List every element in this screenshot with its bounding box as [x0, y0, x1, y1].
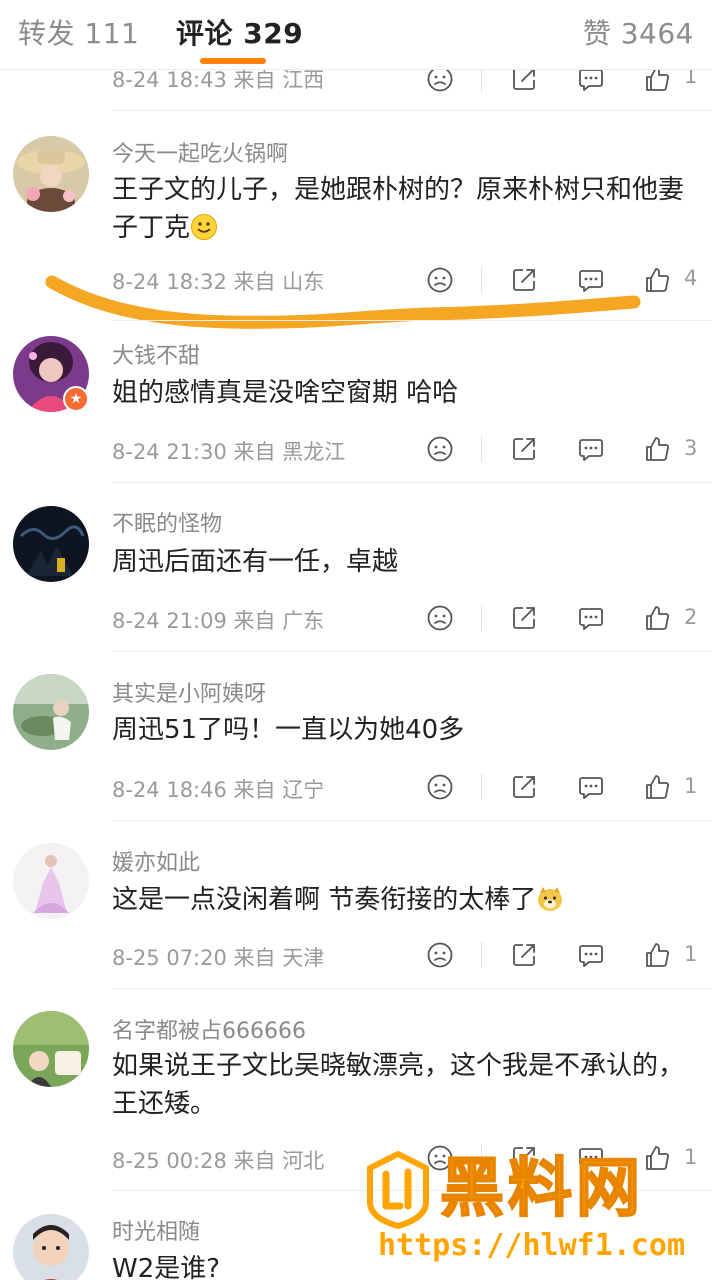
smile-emoji [190, 213, 218, 241]
dislike-icon[interactable] [426, 266, 454, 294]
comment-username[interactable]: 其实是小阿姨呀 [112, 676, 266, 708]
comment-text: 周迅后面还有一任，卓越 [112, 547, 399, 577]
comment-text: 这是一点没闲着啊 节奏衔接的太棒了 [112, 881, 692, 919]
action-separator [481, 605, 482, 631]
like-count: 1 [684, 774, 698, 798]
watermark: 黑料网 https://hlwf1.com [360, 1148, 700, 1280]
comment-username[interactable]: 不眠的怪物 [112, 506, 222, 538]
like-icon[interactable] [643, 941, 671, 969]
comment-username[interactable]: 大钱不甜 [112, 338, 200, 370]
comment-meta: 8-24 18:32 来自 山东 [112, 270, 325, 294]
avatar[interactable] [13, 1011, 89, 1087]
verified-badge: ★ [63, 386, 89, 412]
avatar[interactable] [13, 506, 89, 582]
avatar[interactable] [13, 136, 89, 212]
like-count: 3 [684, 436, 698, 460]
avatar[interactable] [13, 1214, 89, 1280]
action-separator [481, 942, 482, 968]
action-separator [481, 774, 482, 800]
reply-icon[interactable] [577, 773, 605, 801]
share-icon[interactable] [510, 941, 538, 969]
comment-username[interactable]: 媛亦如此 [112, 845, 200, 877]
comment-divider [112, 482, 712, 483]
comment-divider [112, 820, 712, 821]
avatar[interactable] [13, 674, 89, 750]
comment-text: 周迅51了吗！一直以为她40多 [112, 715, 465, 745]
like-icon[interactable] [643, 773, 671, 801]
comment-meta: 8-24 21:09 来自 广东 [112, 609, 325, 633]
share-icon[interactable] [510, 604, 538, 632]
reply-icon[interactable] [577, 266, 605, 294]
like-icon[interactable] [643, 266, 671, 294]
share-icon[interactable] [510, 773, 538, 801]
dislike-icon[interactable] [426, 604, 454, 632]
comment-text: 如果说王子文比吴晓敏漂亮，这个我是不承认的，王还矮。 [112, 1051, 685, 1119]
action-separator [481, 267, 482, 293]
comment-username[interactable]: 时光相随 [112, 1214, 200, 1246]
avatar[interactable] [13, 843, 89, 919]
like-icon[interactable] [643, 435, 671, 463]
share-icon[interactable] [510, 266, 538, 294]
action-separator [481, 436, 482, 462]
comment-username[interactable]: 名字都被占666666 [112, 1013, 306, 1045]
comment-divider [112, 110, 712, 111]
like-count: 4 [684, 266, 698, 290]
comment-username[interactable]: 今天一起吃火锅啊 [112, 136, 288, 168]
watermark-url: https://hlwf1.com [378, 1228, 686, 1263]
tab-likes[interactable]: 赞 3464 [583, 12, 694, 52]
comment-meta: 8-25 07:20 来自 天津 [112, 946, 325, 970]
comment-text: 姐的感情真是没啥空窗期 哈哈 [112, 378, 459, 408]
watermark-brand: 黑料网 [439, 1151, 644, 1227]
comment-divider [112, 651, 712, 652]
like-count: 1 [684, 942, 698, 966]
watermark-logo [367, 1151, 429, 1229]
reply-icon[interactable] [577, 435, 605, 463]
like-icon[interactable] [643, 604, 671, 632]
comment-meta: 8-24 21:30 来自 黑龙江 [112, 440, 346, 464]
dislike-icon[interactable] [426, 941, 454, 969]
comment-text: 王子文的儿子，是她跟朴树的？原来朴树只和他妻子丁克 [112, 175, 685, 243]
comment-divider [112, 988, 712, 989]
comment-feed[interactable]: 8-24 18:43 来自 江西 1 今天一起吃火锅啊 王子文的儿子，是她跟朴树… [0, 0, 712, 1280]
like-count: 2 [684, 605, 698, 629]
dislike-icon[interactable] [426, 435, 454, 463]
tab-reposts[interactable]: 转发 111 [18, 12, 139, 52]
doge-emoji [536, 885, 564, 913]
comment-meta: 8-25 00:28 来自 河北 [112, 1149, 325, 1173]
comment-tabs: 转发 111 评论 329 赞 3464 [0, 0, 712, 70]
tab-comments[interactable]: 评论 329 [176, 12, 303, 52]
share-icon[interactable] [510, 435, 538, 463]
comment-meta: 8-24 18:46 来自 辽宁 [112, 778, 325, 802]
reply-icon[interactable] [577, 604, 605, 632]
dislike-icon[interactable] [426, 773, 454, 801]
comment-divider [112, 320, 712, 321]
active-tab-indicator [200, 58, 266, 64]
highlight-stroke [45, 275, 641, 329]
reply-icon[interactable] [577, 941, 605, 969]
